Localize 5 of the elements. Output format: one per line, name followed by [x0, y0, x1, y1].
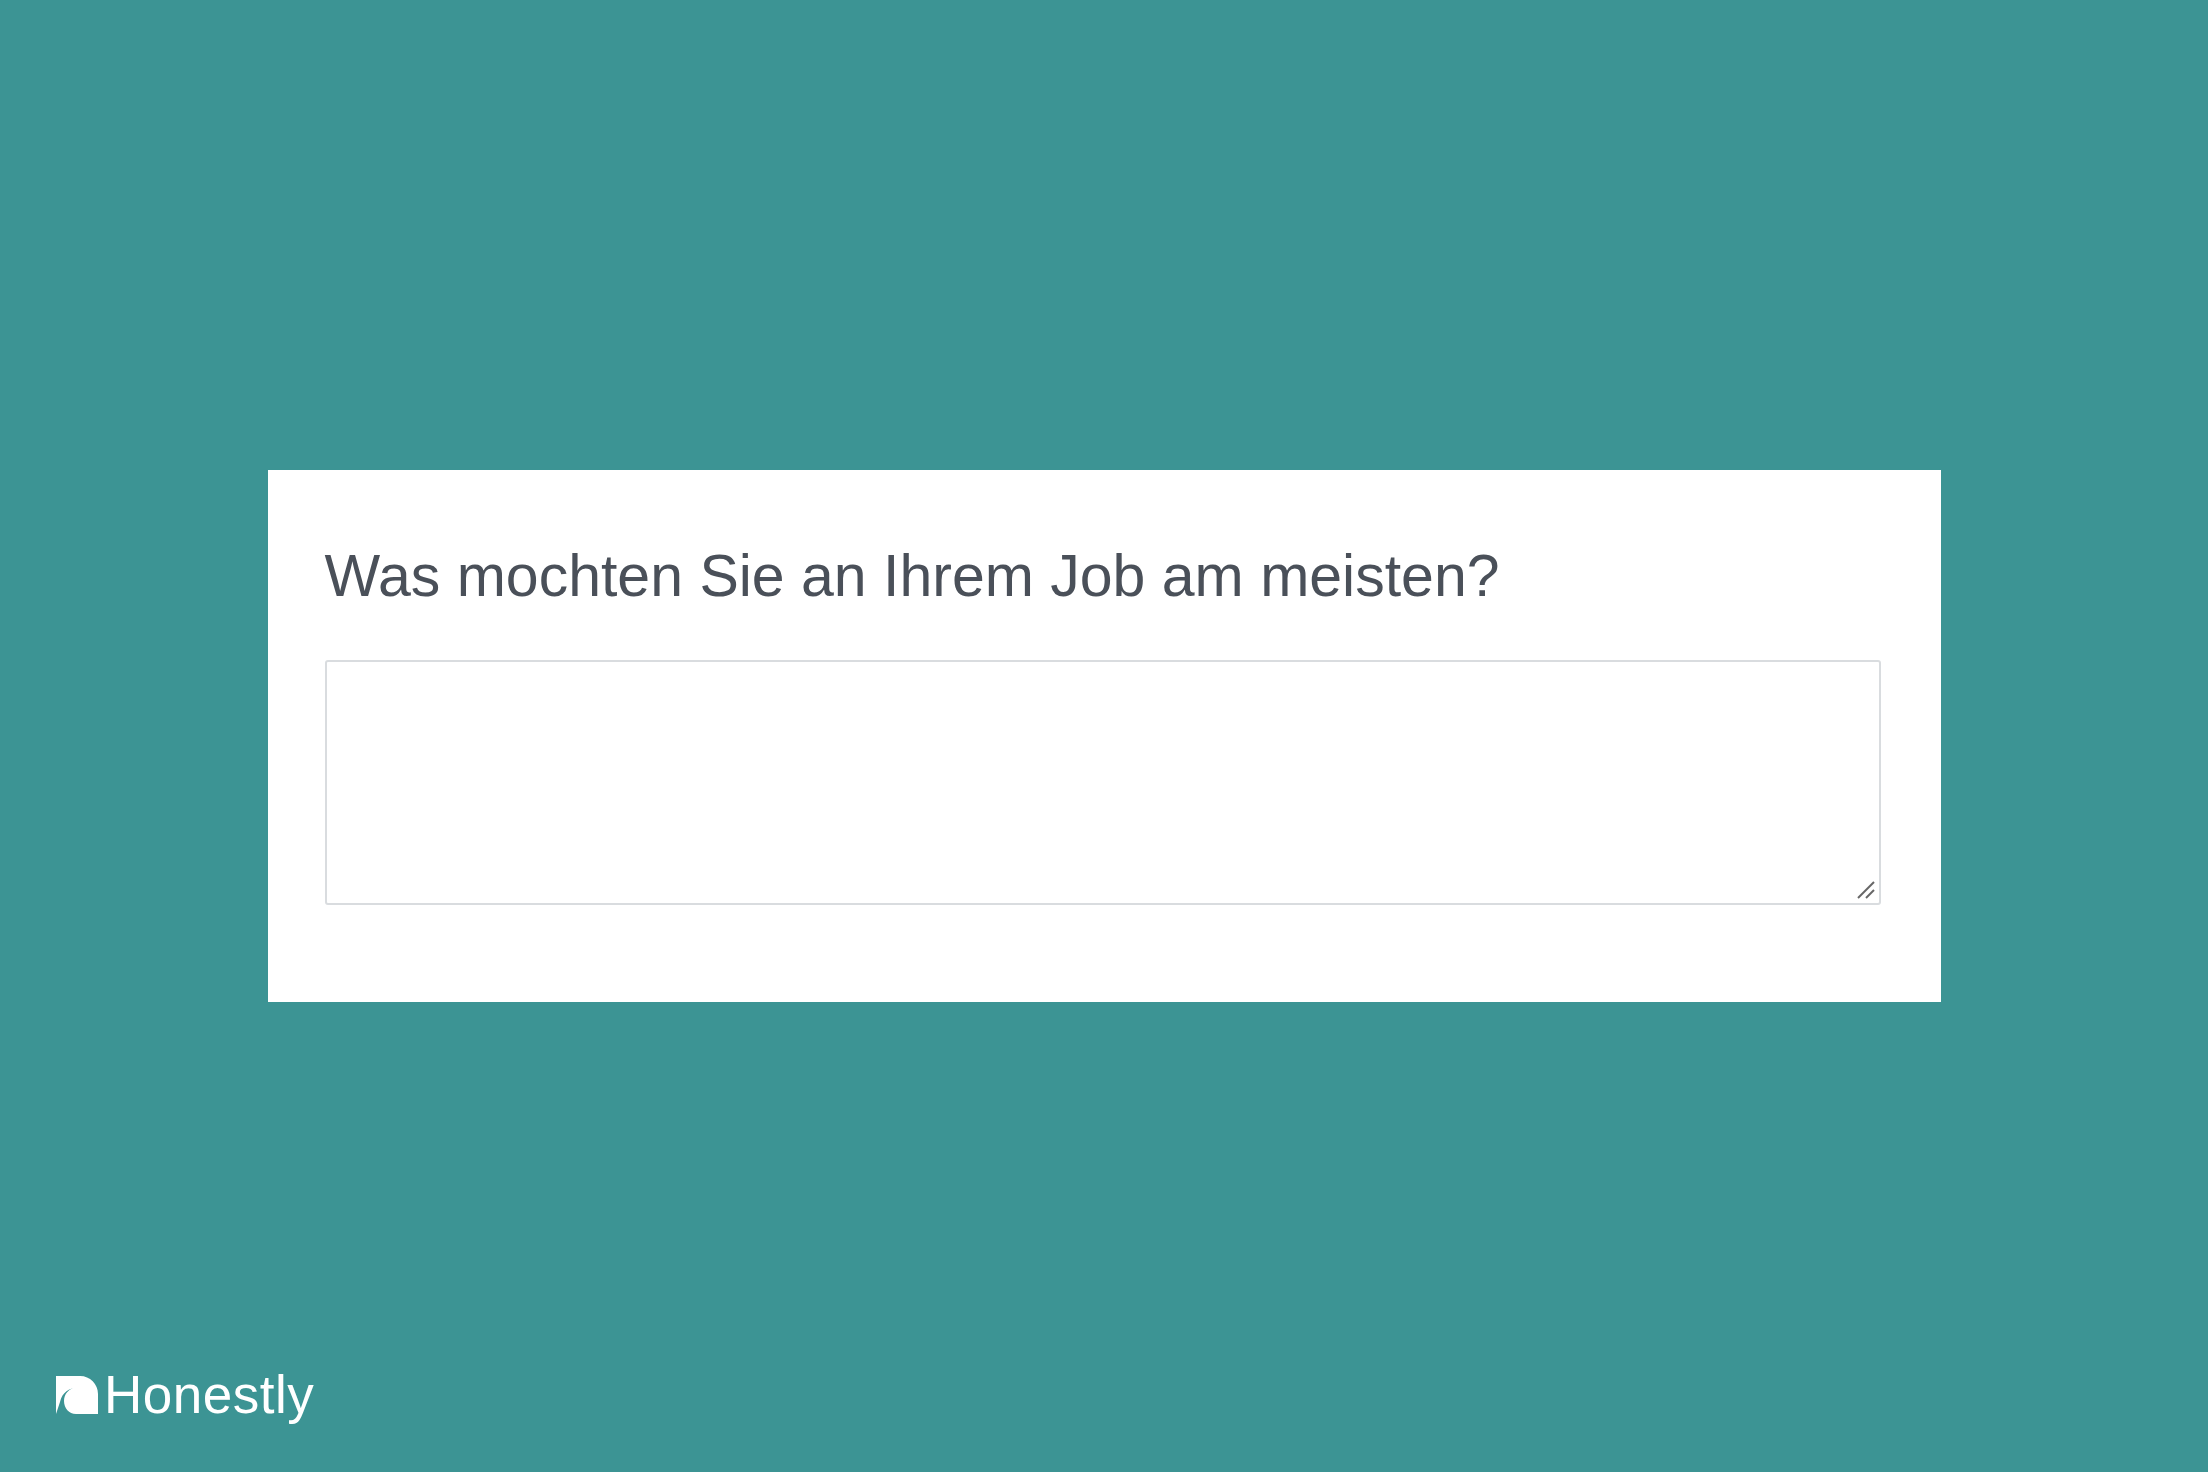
resize-handle-icon[interactable]: [1856, 881, 1875, 899]
question-title: Was mochten Sie an Ihrem Job am meisten?: [324, 542, 1501, 610]
logo-icon: [56, 1376, 98, 1414]
answer-field[interactable]: [324, 660, 1881, 905]
logo-text: Honestly: [104, 1366, 315, 1424]
